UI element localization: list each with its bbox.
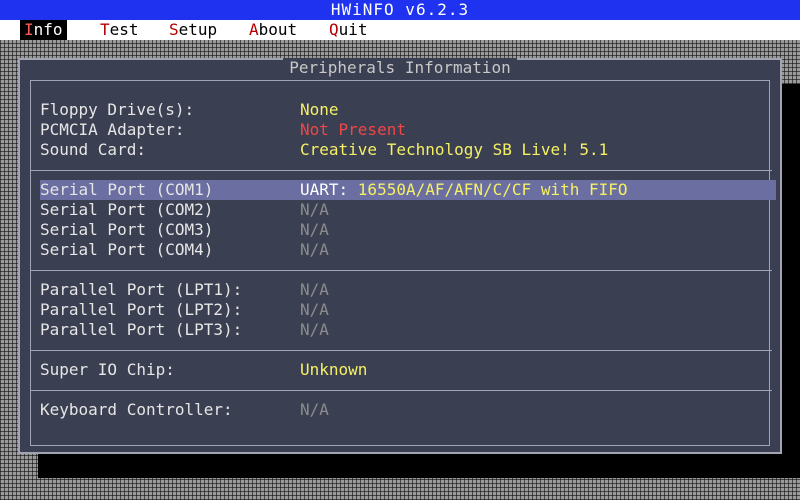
row-label: Parallel Port (LPT1):	[40, 280, 243, 299]
row-label: PCMCIA Adapter:	[40, 120, 185, 139]
row-com4[interactable]: Serial Port (COM4) N/A	[40, 240, 776, 260]
row-value: N/A	[300, 280, 329, 299]
menu-bar: Info Test Setup About Quit	[0, 20, 800, 40]
row-value-prefix: UART:	[300, 180, 358, 199]
menu-setup-hotkey: S	[169, 20, 179, 39]
menu-about[interactable]: About	[245, 20, 301, 40]
row-com1[interactable]: Serial Port (COM1) UART: 16550A/AF/AFN/C…	[40, 180, 776, 200]
row-label: Serial Port (COM1)	[40, 180, 214, 199]
row-com3[interactable]: Serial Port (COM3) N/A	[40, 220, 776, 240]
row-value: Creative Technology SB Live! 5.1	[300, 140, 609, 159]
row-value: N/A	[300, 220, 329, 239]
menu-test-hotkey: T	[100, 20, 110, 39]
menu-info[interactable]: Info	[20, 20, 67, 40]
panel-title: Peripherals Information	[283, 58, 517, 77]
row-super-io[interactable]: Super IO Chip: Unknown	[40, 360, 776, 380]
section-divider	[30, 270, 772, 271]
app-title: HWiNFO v6.2.3	[330, 0, 470, 19]
peripherals-panel: Peripherals Information Floppy Drive(s):…	[18, 58, 782, 454]
row-label: Serial Port (COM3)	[40, 220, 214, 239]
menu-quit-hotkey: Q	[329, 20, 339, 39]
window-title-bar: HWiNFO v6.2.3	[0, 0, 800, 20]
row-lpt1[interactable]: Parallel Port (LPT1): N/A	[40, 280, 776, 300]
row-label: Parallel Port (LPT3):	[40, 320, 243, 339]
menu-info-label: nfo	[33, 20, 63, 39]
row-value: Unknown	[300, 360, 368, 379]
row-lpt3[interactable]: Parallel Port (LPT3): N/A	[40, 320, 776, 340]
row-label: Serial Port (COM4)	[40, 240, 214, 259]
row-pcmcia[interactable]: PCMCIA Adapter: Not Present	[40, 120, 776, 140]
row-keyboard-controller[interactable]: Keyboard Controller: N/A	[40, 400, 776, 420]
row-com2[interactable]: Serial Port (COM2) N/A	[40, 200, 776, 220]
menu-setup[interactable]: Setup	[165, 20, 221, 40]
menu-info-hotkey: I	[24, 20, 34, 39]
menu-setup-label: etup	[178, 20, 218, 39]
menu-test[interactable]: Test	[96, 20, 143, 40]
row-value: N/A	[300, 200, 329, 219]
section-divider	[30, 350, 772, 351]
section-divider	[30, 170, 772, 171]
menu-about-hotkey: A	[249, 20, 259, 39]
row-value: N/A	[300, 300, 329, 319]
row-value: N/A	[300, 400, 329, 419]
menu-test-label: est	[109, 20, 139, 39]
section-divider	[30, 390, 772, 391]
row-label: Parallel Port (LPT2):	[40, 300, 243, 319]
row-value: 16550A/AF/AFN/C/CF with FIFO	[357, 180, 628, 199]
row-value: None	[300, 100, 339, 119]
row-value: N/A	[300, 240, 329, 259]
row-label: Sound Card:	[40, 140, 146, 159]
row-lpt2[interactable]: Parallel Port (LPT2): N/A	[40, 300, 776, 320]
row-label: Super IO Chip:	[40, 360, 175, 379]
menu-about-label: bout	[258, 20, 298, 39]
panel-title-wrap: Peripherals Information	[20, 58, 780, 78]
row-value: Not Present	[300, 120, 406, 139]
row-value: N/A	[300, 320, 329, 339]
panel-shadow	[38, 452, 800, 478]
row-label: Floppy Drive(s):	[40, 100, 195, 119]
menu-quit[interactable]: Quit	[325, 20, 372, 40]
menu-quit-label: uit	[338, 20, 368, 39]
row-value-wrap: UART: 16550A/AF/AFN/C/CF with FIFO	[300, 180, 628, 200]
row-label: Keyboard Controller:	[40, 400, 233, 419]
row-sound-card[interactable]: Sound Card: Creative Technology SB Live!…	[40, 140, 776, 160]
row-label: Serial Port (COM2)	[40, 200, 214, 219]
row-floppy[interactable]: Floppy Drive(s): None	[40, 100, 776, 120]
